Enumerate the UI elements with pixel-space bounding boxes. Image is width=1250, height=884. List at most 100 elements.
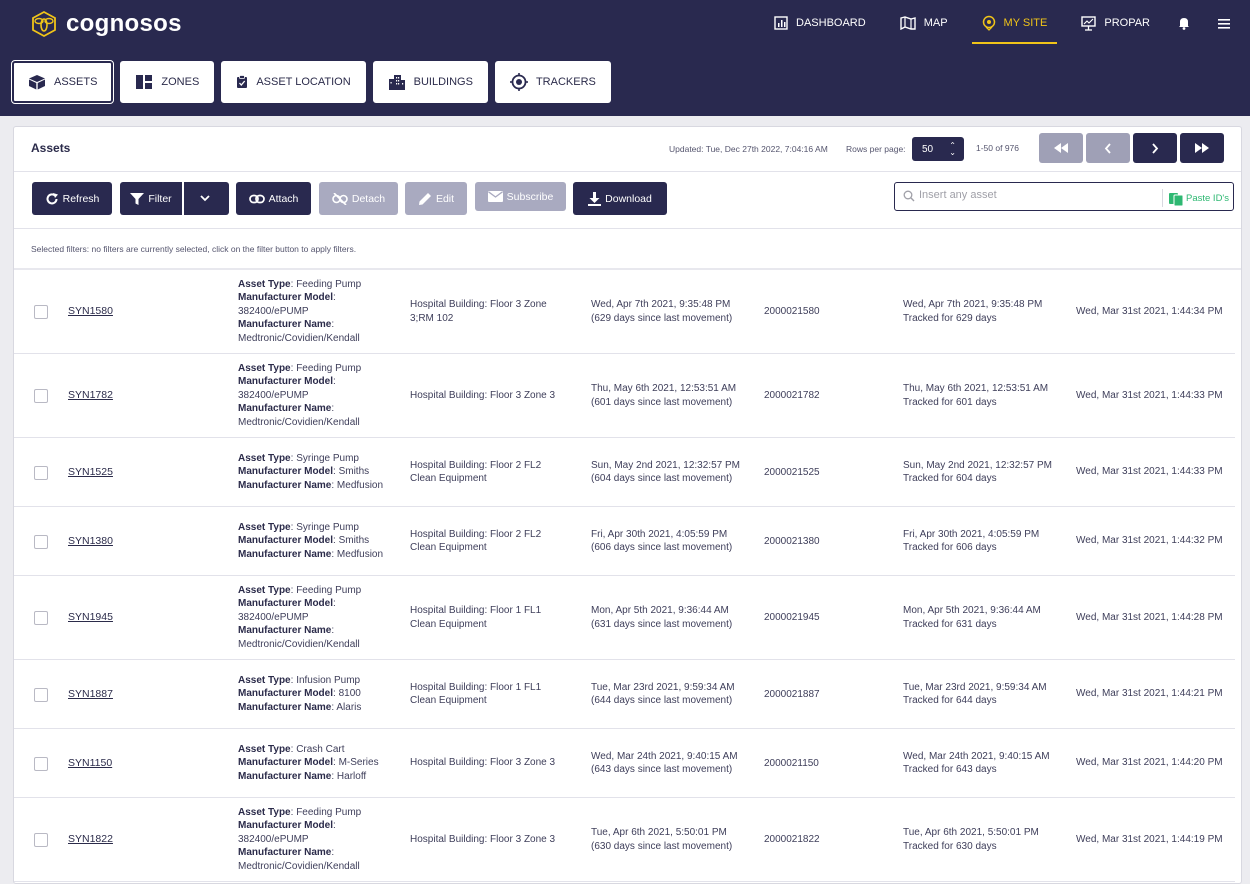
tab-buildings[interactable]: BUILDINGS: [372, 61, 488, 103]
filter-button[interactable]: Filter: [120, 182, 182, 215]
row-checkbox[interactable]: [34, 687, 48, 702]
last-movement: Tue, Apr 6th 2021, 5:50:01 PM (630 days s…: [591, 826, 751, 853]
last-movement-time: Fri, Apr 30th 2021, 4:05:59 PM: [591, 528, 728, 540]
first-page-button[interactable]: [1039, 133, 1083, 163]
download-button[interactable]: Download: [573, 182, 667, 215]
edit-button[interactable]: Edit: [405, 182, 467, 215]
subscribe-button[interactable]: Subscribe: [475, 182, 566, 211]
presentation-icon: [1081, 15, 1097, 31]
bell-icon: [1179, 18, 1189, 30]
asset-name-link[interactable]: SYN1945: [68, 611, 113, 625]
detail-value: Smiths: [338, 535, 370, 546]
tracked-since: Sun, May 2nd 2021, 12:32:57 PM Tracked fo…: [903, 459, 1063, 486]
asset-location: Hospital Building: Floor 1 FL1 Clean Equ…: [410, 681, 542, 707]
tracked-since: Wed, Mar 24th 2021, 9:40:15 AM Tracked fo…: [903, 750, 1063, 777]
asset-search-input[interactable]: [919, 189, 1159, 201]
paste-ids-button[interactable]: Paste ID's: [1162, 189, 1229, 207]
tab-trackers[interactable]: TRACKERS: [494, 61, 611, 103]
asset-name-link[interactable]: SYN1580: [68, 305, 113, 319]
detach-button[interactable]: Detach: [319, 182, 398, 215]
rows-per-page-label: Rows per page:: [846, 144, 906, 154]
nav-my-site[interactable]: MY SITE: [971, 0, 1058, 46]
table-row: SYN1580 Asset Type: Feeding Pump Manufactu…: [14, 270, 1235, 354]
notifications-button[interactable]: [1178, 16, 1190, 30]
asset-name-link[interactable]: SYN1822: [68, 833, 113, 847]
created-time: Wed, Mar 31st 2021, 1:44:32 PM: [1076, 535, 1223, 546]
row-checkbox[interactable]: [34, 305, 48, 319]
days-since-movement: (606 days since last movement): [591, 542, 733, 553]
detail-value: Medtronic/Covidien/Kendall: [238, 638, 360, 650]
nav-map[interactable]: MAP: [900, 0, 948, 46]
rows-per-page-value: 50: [922, 143, 934, 155]
last-movement: Thu, May 6th 2021, 12:53:51 AM (601 days …: [591, 382, 751, 409]
row-checkbox[interactable]: [34, 833, 48, 847]
detail-label: Manufacturer Model: [238, 466, 334, 477]
asset-name-link[interactable]: SYN1525: [68, 466, 113, 480]
detail-value: 382400/ePUMP: [238, 611, 309, 623]
previous-page-button[interactable]: [1086, 133, 1130, 163]
tracked-since: Wed, Apr 7th 2021, 9:35:48 PM Tracked for…: [903, 298, 1063, 325]
tab-assets[interactable]: ASSETS: [10, 60, 115, 104]
nav-propar-label: PROPAR: [1104, 17, 1150, 29]
detail-label: Manufacturer Model: [238, 535, 334, 546]
filter-dropdown-button[interactable]: [184, 182, 229, 215]
edit-label: Edit: [435, 192, 455, 205]
days-since-movement: (631 days since last movement): [591, 618, 733, 630]
refresh-icon: [46, 192, 58, 204]
tab-zones[interactable]: ZONES: [120, 61, 215, 103]
created-time: Wed, Mar 31st 2021, 1:44:34 PM: [1076, 305, 1223, 317]
attach-button[interactable]: Attach: [236, 182, 311, 215]
asset-details: Asset Type: Feeding Pump Manufacturer Mod…: [238, 584, 362, 650]
asset-details: Asset Type: Infusion Pump Manufacturer Mo…: [238, 674, 362, 713]
detail-label: Manufacturer Name: [238, 403, 332, 414]
cube-icon: [29, 75, 45, 90]
location-pin-icon: [982, 15, 995, 31]
download-label: Download: [605, 192, 652, 205]
tracked-since-time: Wed, Apr 7th 2021, 9:35:48 PM: [903, 299, 1043, 310]
detail-label: Asset Type: [238, 362, 291, 374]
tab-asset-location[interactable]: ASSET LOCATION: [221, 61, 366, 103]
asset-details: Asset Type: Syringe Pump Manufacturer Mod…: [238, 452, 384, 491]
brand-logo[interactable]: cognosos: [30, 10, 182, 38]
row-checkbox[interactable]: [34, 534, 48, 549]
table-row: SYN1150 Asset Type: Crash Cart Manufacture…: [14, 729, 1235, 798]
chevron-left-icon: [1104, 142, 1111, 154]
row-checkbox[interactable]: [34, 756, 48, 771]
selected-filters-label: Selected filters:: [31, 244, 90, 254]
nav-propar[interactable]: PROPAR: [1081, 0, 1150, 46]
envelope-icon: [487, 191, 503, 202]
asset-name-link[interactable]: SYN1150: [68, 757, 112, 771]
detail-value: 8100: [338, 688, 361, 699]
asset-name-link[interactable]: SYN1887: [68, 688, 113, 702]
last-page-button[interactable]: [1180, 133, 1224, 163]
days-since-movement: (630 days since last movement): [591, 840, 733, 852]
next-page-button[interactable]: [1133, 133, 1177, 163]
tracked-duration: Tracked for 630 days: [903, 840, 997, 852]
hamburger-menu-icon: [1218, 18, 1230, 29]
tab-asset-location-label: ASSET LOCATION: [256, 76, 351, 88]
toolbar-divider: [14, 228, 1241, 229]
days-since-movement: (644 days since last movement): [591, 695, 733, 706]
rows-per-page-select[interactable]: 50 ⌃ ⌄: [912, 137, 964, 161]
row-checkbox[interactable]: [34, 611, 48, 625]
download-icon: [588, 191, 602, 206]
last-movement-time: Wed, Mar 24th 2021, 9:40:15 AM: [591, 750, 738, 762]
table-row: SYN1525 Asset Type: Syringe Pump Manufactu…: [14, 438, 1235, 507]
tab-zones-label: ZONES: [161, 76, 200, 88]
created-time: Wed, Mar 31st 2021, 1:44:19 PM: [1076, 833, 1223, 845]
detail-label: Asset Type: [238, 743, 291, 755]
last-movement: Mon, Apr 5th 2021, 9:36:44 AM (631 days s…: [591, 604, 751, 631]
asset-search-box: Paste ID's: [894, 182, 1234, 211]
tracker-id: 2000021822: [764, 834, 820, 845]
menu-button[interactable]: [1218, 18, 1230, 29]
nav-dashboard[interactable]: DASHBOARD: [774, 0, 866, 46]
row-checkbox[interactable]: [34, 389, 48, 403]
refresh-button[interactable]: Refresh: [32, 182, 112, 215]
asset-name-link[interactable]: SYN1782: [68, 389, 113, 403]
asset-location: Hospital Building: Floor 3 Zone 3: [410, 833, 556, 845]
last-movement: Wed, Apr 7th 2021, 9:35:48 PM (629 days s…: [591, 298, 751, 325]
last-movement-time: Sun, May 2nd 2021, 12:32:57 PM: [591, 459, 740, 471]
row-checkbox[interactable]: [34, 465, 48, 480]
asset-name-link[interactable]: SYN1380: [68, 535, 113, 549]
table-row: SYN1782 Asset Type: Feeding Pump Manufactu…: [14, 354, 1235, 438]
